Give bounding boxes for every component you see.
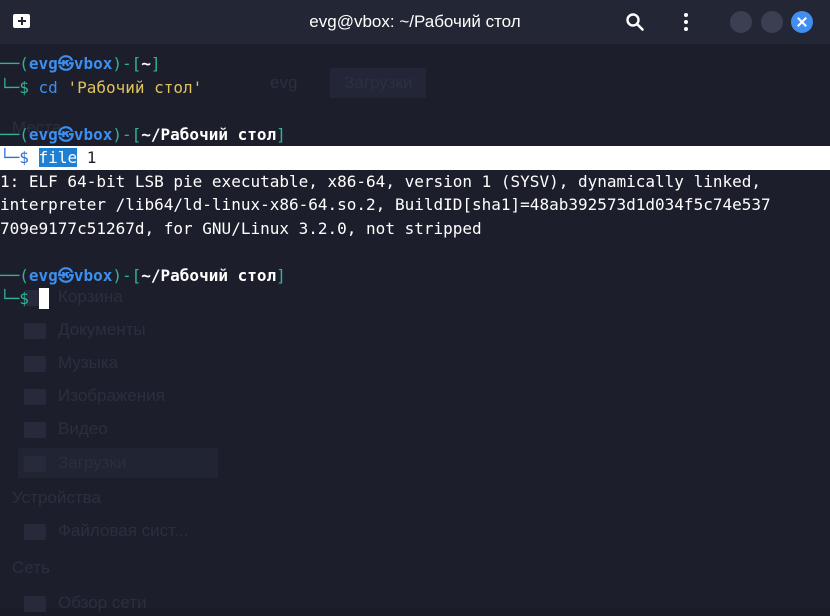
- prompt-line: ──(evg㉿vbox)-[~]: [0, 54, 161, 73]
- command-line: └─$ cd 'Рабочий стол': [0, 77, 203, 97]
- folder-icon: [24, 388, 46, 405]
- terminal-output[interactable]: ──(evg㉿vbox)-[~] └─$ cd 'Рабочий стол' ─…: [0, 52, 830, 311]
- ghost-devices-heading: Устройства: [12, 488, 101, 507]
- title-bar: evg@vbox: ~/Рабочий стол: [0, 0, 830, 44]
- drive-icon: [24, 523, 46, 540]
- output-line: 709e9177c51267d, for GNU/Linux 3.2.0, no…: [0, 218, 482, 238]
- ghost-item-pictures: Изображения: [24, 383, 165, 409]
- folder-icon: [24, 421, 46, 438]
- prompt-line: ──(evg㉿vbox)-[~/Рабочий стол]: [0, 124, 286, 144]
- ghost-item-filesystem: Файловая сист...: [24, 518, 188, 544]
- ghost-item-documents: Документы: [24, 317, 146, 343]
- network-icon: [24, 595, 46, 612]
- ghost-network-heading: Сеть: [12, 558, 50, 577]
- ghost-item-music: Музыка: [24, 350, 118, 376]
- folder-icon: [24, 355, 46, 372]
- close-button[interactable]: [791, 11, 813, 33]
- terminal-window: evg Загрузки Места Корзина Документы Муз…: [0, 0, 830, 612]
- selected-command: file: [38, 148, 78, 167]
- folder-icon: [24, 455, 46, 472]
- prompt-line: ──(evg㉿vbox)-[~/Рабочий стол]: [0, 265, 286, 285]
- folder-icon: [24, 322, 46, 339]
- input-line[interactable]: └─$: [0, 287, 830, 311]
- text-cursor: [38, 288, 49, 309]
- ghost-item-downloads: Загрузки: [24, 450, 126, 476]
- window-title: evg@vbox: ~/Рабочий стол: [309, 12, 521, 31]
- ghost-item-network: Обзор сети: [24, 590, 147, 616]
- kebab-menu-icon[interactable]: [676, 12, 696, 32]
- output-line: 1: ELF 64-bit LSB pie executable, x86-64…: [0, 171, 761, 191]
- search-icon[interactable]: [625, 12, 645, 32]
- output-line: interpreter /lib64/ld-linux-x86-64.so.2,…: [0, 195, 771, 214]
- ghost-item-videos: Видео: [24, 416, 108, 442]
- minimize-button[interactable]: [730, 11, 752, 33]
- command-line-selected: └─$ file 1: [0, 146, 830, 170]
- maximize-button[interactable]: [761, 11, 783, 33]
